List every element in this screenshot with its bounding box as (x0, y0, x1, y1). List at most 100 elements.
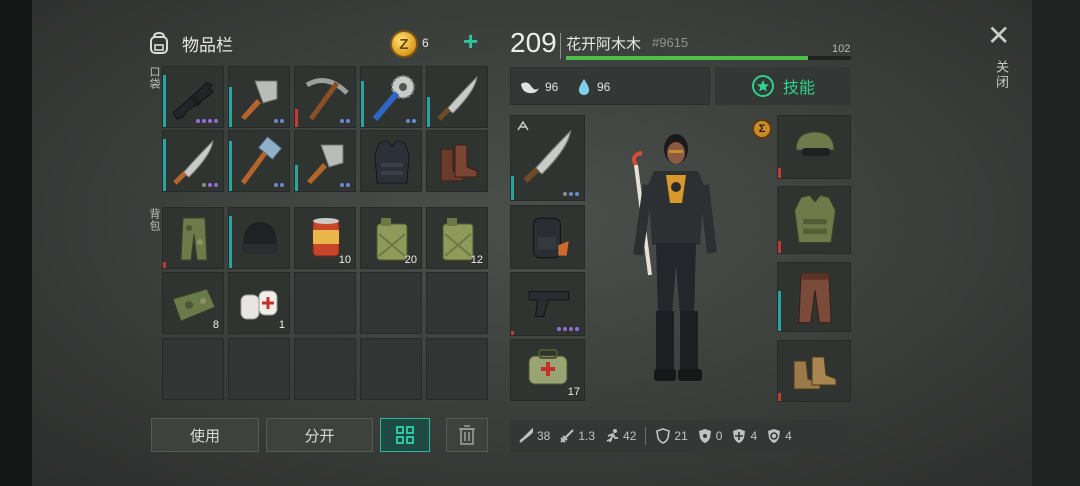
consumable-slot[interactable]: 17 (510, 339, 585, 401)
stats-divider (645, 427, 647, 445)
hunger-value: 96 (545, 80, 559, 94)
inventory-slot-empty[interactable] (426, 338, 488, 400)
thirst-value: 96 (597, 80, 611, 94)
defense-stat: 21 (655, 428, 688, 444)
use-button[interactable]: 使用 (151, 418, 259, 452)
running-icon (606, 429, 619, 443)
xp-bar (566, 56, 851, 60)
item-quantity: 8 (212, 319, 219, 331)
radiation-shield-icon (698, 429, 711, 443)
inventory-slot[interactable] (426, 130, 488, 192)
inventory-slot[interactable] (426, 66, 488, 128)
backpack-slot[interactable] (510, 205, 585, 269)
player-name: 花开阿木木 (566, 36, 642, 53)
split-button[interactable]: 分开 (266, 418, 373, 452)
inventory-slot[interactable]: 20 (360, 207, 422, 269)
cold-stat: 4 (731, 428, 757, 444)
camo-pants-icon (180, 217, 208, 261)
item-quantity: 10 (338, 254, 351, 266)
skills-button[interactable]: 技能 (715, 67, 851, 105)
backpack-icon (532, 217, 569, 259)
radiation-stat: 0 (697, 428, 723, 444)
skills-label: 技能 (782, 80, 815, 97)
inventory-slot[interactable] (162, 66, 224, 128)
hunger-icon (521, 82, 539, 94)
toxic-stat: 4 (766, 428, 792, 444)
player-level: 209 (510, 27, 557, 58)
backpack-label: 背包 (148, 208, 160, 232)
close-label[interactable]: 关闭 (992, 60, 1011, 90)
inventory-slot[interactable]: 12 (426, 207, 488, 269)
survival-stats-panel: 96 96 (510, 67, 710, 105)
inventory-slot-empty[interactable] (426, 272, 488, 334)
inventory-slot[interactable] (162, 130, 224, 192)
attack-speed-stat: 1.3 (559, 428, 595, 444)
inventory-slot-empty[interactable] (360, 338, 422, 400)
inventory-slot[interactable] (228, 66, 290, 128)
move-speed-stat: 42 (604, 428, 636, 444)
pants-slot[interactable] (777, 262, 851, 332)
sledgehammer-icon (240, 136, 283, 185)
screen-edge-left (0, 0, 32, 486)
inventory-slot[interactable] (294, 66, 356, 128)
toxic-shield-icon (768, 429, 781, 443)
close-icon[interactable]: ✕ (987, 22, 1010, 50)
inventory-slot[interactable]: 1 (228, 272, 290, 334)
pockets-label: 口袋 (148, 66, 160, 90)
boots-icon (440, 144, 478, 182)
inventory-header: 物品栏 (146, 30, 233, 56)
inventory-slot[interactable] (360, 66, 422, 128)
pants-icon (798, 272, 832, 324)
coin-icon: Z (390, 30, 418, 58)
trash-button[interactable] (446, 418, 488, 452)
boots-slot[interactable] (777, 340, 851, 402)
inventory-title: 物品栏 (182, 35, 233, 55)
rank-badge-icon: Σ (752, 119, 772, 139)
tactical-vest-icon (374, 140, 410, 184)
cold-shield-icon (733, 429, 746, 443)
shield-icon (656, 428, 671, 444)
inventory-slot-empty[interactable] (294, 338, 356, 400)
move-speed-value: 42 (623, 429, 637, 443)
weapon-slot[interactable] (510, 115, 585, 201)
inventory-slot[interactable] (294, 130, 356, 192)
inventory-slot-empty[interactable] (360, 272, 422, 334)
inventory-slot[interactable] (228, 130, 290, 192)
player-tag: #9615 (652, 35, 689, 50)
character-model (632, 134, 717, 381)
inventory-slot[interactable]: 10 (294, 207, 356, 269)
inventory-slot-empty[interactable] (294, 272, 356, 334)
inventory-slot-empty[interactable] (162, 338, 224, 400)
upgrade-badge-icon (517, 120, 529, 131)
inventory-slot-empty[interactable] (228, 338, 290, 400)
xp-value: 102 (832, 43, 851, 55)
sort-grid-button[interactable] (380, 418, 430, 452)
screen-edge-right (1032, 0, 1080, 486)
saw-mace-icon (372, 75, 415, 121)
sidearm-slot[interactable] (510, 272, 585, 336)
inventory-slot[interactable] (162, 207, 224, 269)
item-quantity: 12 (470, 254, 483, 266)
attack-speed-icon (560, 429, 575, 443)
radiation-value: 0 (715, 429, 723, 443)
grid-icon (396, 426, 414, 444)
boots-icon (793, 356, 837, 390)
inventory-slot[interactable]: 8 (162, 272, 224, 334)
add-coins-button[interactable]: + (463, 28, 478, 54)
pickaxe-icon (305, 78, 349, 121)
inventory-slot[interactable] (228, 207, 290, 269)
star-circle-icon (751, 75, 774, 97)
machete-icon (437, 75, 478, 121)
cleaver-icon (241, 80, 278, 120)
vest-slot[interactable] (777, 186, 851, 254)
cleaver-icon (307, 144, 344, 184)
xp-bar-fill (566, 56, 809, 60)
helmet-slot[interactable] (777, 115, 851, 179)
inventory-slot[interactable] (360, 130, 422, 192)
helmet-icon (795, 131, 835, 156)
trash-icon (459, 425, 475, 445)
assault-rifle-icon (172, 82, 214, 120)
backpack-icon (150, 31, 168, 54)
character-stats-bar: 38 1.3 42 21 0 4 4 (510, 420, 851, 452)
sword-icon (519, 428, 533, 443)
